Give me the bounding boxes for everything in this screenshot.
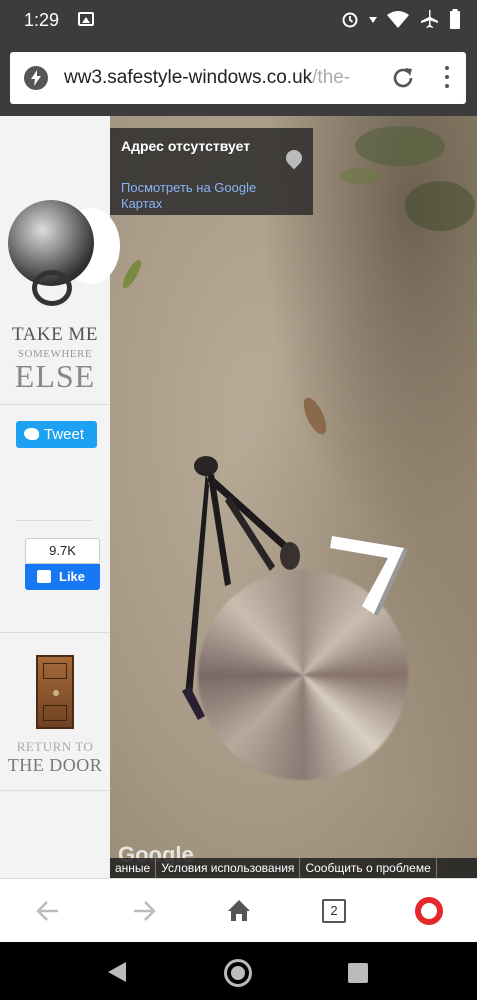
divider bbox=[0, 632, 110, 633]
map-info-box: Адрес отсутствует Посмотреть на Google К… bbox=[110, 128, 313, 215]
door-knob bbox=[53, 690, 59, 696]
like-count: 9.7K bbox=[25, 538, 100, 564]
sidebar: TAKE ME SOMEWHERE ELSE Tweet 9.7K Like R… bbox=[0, 116, 120, 878]
divider bbox=[0, 790, 110, 791]
the-door-text: THE DOOR bbox=[7, 755, 103, 775]
wifi-icon bbox=[387, 11, 409, 28]
address-bar-area: ww3.safestyle-windows.co.uk/the- bbox=[0, 40, 477, 116]
door-panel bbox=[43, 705, 67, 721]
door-panel bbox=[43, 663, 67, 679]
alarm-icon bbox=[342, 12, 358, 28]
tweet-button[interactable]: Tweet bbox=[16, 421, 97, 448]
take-me-somewhere-else-button[interactable]: TAKE ME SOMEWHERE ELSE bbox=[0, 324, 110, 392]
home-icon[interactable] bbox=[225, 897, 253, 925]
else-text: ELSE bbox=[14, 358, 96, 394]
facebook-like-button[interactable]: Like bbox=[25, 564, 100, 590]
take-me-text: TAKE ME bbox=[12, 324, 98, 345]
menu-dots-icon[interactable] bbox=[444, 66, 450, 93]
reload-icon[interactable] bbox=[390, 65, 416, 91]
image-icon bbox=[78, 12, 94, 26]
divider bbox=[16, 520, 92, 521]
airplane-icon bbox=[421, 10, 438, 28]
terms-of-use-link[interactable]: Условия использования bbox=[156, 858, 301, 878]
report-problem-link[interactable]: Сообщить о проблеме bbox=[300, 858, 437, 878]
web-page: Адрес отсутствует Посмотреть на Google К… bbox=[0, 116, 477, 878]
amp-bolt-icon bbox=[24, 66, 48, 90]
wooden-door-image[interactable] bbox=[36, 655, 74, 729]
return-to-the-door-button[interactable]: RETURN TO THE DOOR bbox=[0, 739, 110, 776]
url-host: ww3.safestyle-windows.co.uk bbox=[64, 67, 313, 88]
url-text[interactable]: ww3.safestyle-windows.co.uk/the- bbox=[64, 67, 386, 89]
status-time: 1:29 bbox=[24, 10, 60, 30]
tweet-label: Tweet bbox=[44, 426, 85, 443]
like-label: Like bbox=[59, 569, 86, 584]
status-bar: 1:29 bbox=[0, 0, 477, 40]
street-view-map[interactable] bbox=[110, 116, 477, 878]
thumbs-up-icon bbox=[37, 570, 51, 583]
address-bar[interactable]: ww3.safestyle-windows.co.uk/the- bbox=[10, 52, 466, 104]
back-arrow-icon[interactable] bbox=[34, 897, 62, 925]
twitter-bird-icon bbox=[24, 428, 39, 440]
battery-icon bbox=[450, 9, 460, 29]
opera-icon[interactable] bbox=[415, 897, 443, 925]
browser-bottom-bar: 2 bbox=[0, 878, 477, 942]
view-on-google-maps-link[interactable]: Посмотреть на Google Картах bbox=[121, 180, 291, 212]
map-data-link[interactable]: анные bbox=[110, 858, 157, 878]
system-recents-icon[interactable] bbox=[348, 963, 368, 983]
lion-door-knocker-logo[interactable] bbox=[6, 196, 98, 308]
knocker-ring bbox=[32, 270, 72, 306]
signal-small-icon bbox=[369, 17, 377, 23]
return-to-text: RETURN TO bbox=[16, 739, 94, 754]
address-text: Адрес отсутствует bbox=[121, 138, 251, 154]
map-pin-icon bbox=[282, 146, 306, 170]
divider bbox=[0, 404, 110, 405]
forward-arrow-icon[interactable] bbox=[130, 897, 158, 925]
tabs-icon[interactable]: 2 bbox=[322, 899, 346, 923]
url-path: /the- bbox=[312, 67, 351, 88]
map-footer: анные Условия использования Сообщить о про… bbox=[110, 858, 477, 878]
navigation-arrow-icon[interactable] bbox=[330, 530, 412, 618]
system-back-icon[interactable] bbox=[108, 962, 126, 982]
system-home-icon[interactable] bbox=[224, 959, 252, 987]
status-icons bbox=[341, 9, 461, 29]
system-nav-bar bbox=[0, 942, 477, 1000]
